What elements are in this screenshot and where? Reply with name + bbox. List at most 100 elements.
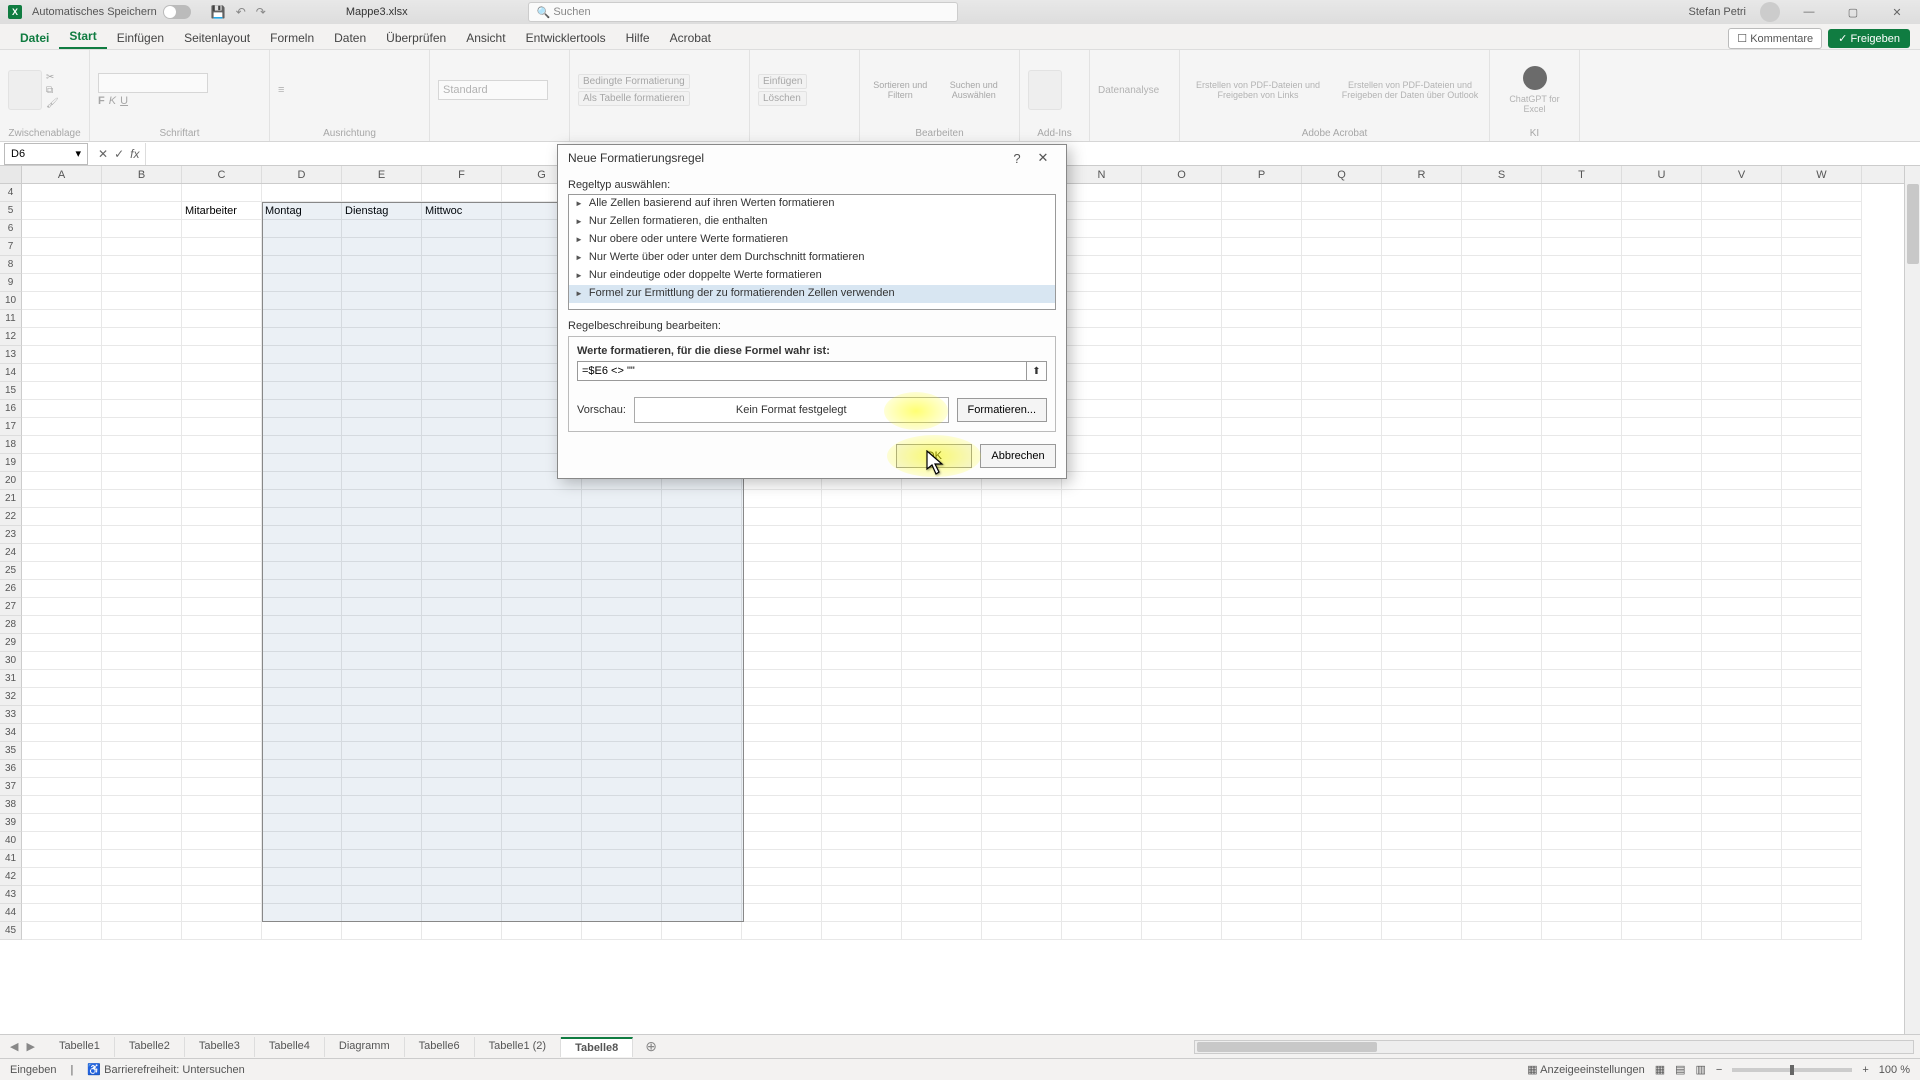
- cell[interactable]: [1302, 832, 1382, 850]
- cell[interactable]: Mitarbeiter: [182, 202, 262, 220]
- cell[interactable]: [1782, 256, 1862, 274]
- cell[interactable]: [182, 562, 262, 580]
- sheet-tab[interactable]: Tabelle1 (2): [475, 1037, 561, 1057]
- cell[interactable]: [102, 562, 182, 580]
- cell[interactable]: [1462, 328, 1542, 346]
- cell[interactable]: [1462, 454, 1542, 472]
- cell[interactable]: [822, 796, 902, 814]
- row-header[interactable]: 14: [0, 364, 22, 382]
- cell[interactable]: [902, 724, 982, 742]
- cell[interactable]: [182, 346, 262, 364]
- cell[interactable]: [1142, 634, 1222, 652]
- cell[interactable]: [1382, 562, 1462, 580]
- cell[interactable]: [1302, 922, 1382, 940]
- cell[interactable]: [822, 760, 902, 778]
- sheet-tab[interactable]: Tabelle1: [45, 1037, 115, 1057]
- cell[interactable]: [22, 580, 102, 598]
- cell[interactable]: [1782, 292, 1862, 310]
- column-header[interactable]: A: [22, 166, 102, 183]
- column-header[interactable]: C: [182, 166, 262, 183]
- select-all-corner[interactable]: [0, 166, 22, 183]
- sheet-tab[interactable]: Tabelle6: [405, 1037, 475, 1057]
- cell[interactable]: [1142, 832, 1222, 850]
- cell[interactable]: [22, 598, 102, 616]
- cell[interactable]: [1702, 400, 1782, 418]
- cell[interactable]: [1382, 670, 1462, 688]
- cell[interactable]: [1462, 598, 1542, 616]
- cell[interactable]: [182, 310, 262, 328]
- cell[interactable]: [982, 562, 1062, 580]
- cell[interactable]: [182, 904, 262, 922]
- cell[interactable]: [1142, 454, 1222, 472]
- cell[interactable]: [1142, 238, 1222, 256]
- cell[interactable]: [822, 688, 902, 706]
- cell[interactable]: [1222, 526, 1302, 544]
- cell[interactable]: [182, 184, 262, 202]
- cell[interactable]: [1142, 706, 1222, 724]
- cell[interactable]: [1702, 778, 1782, 796]
- cell[interactable]: [902, 688, 982, 706]
- cell[interactable]: [1062, 706, 1142, 724]
- cell[interactable]: [1302, 742, 1382, 760]
- cell[interactable]: [662, 922, 742, 940]
- sheet-tab[interactable]: Tabelle4: [255, 1037, 325, 1057]
- cell[interactable]: [1302, 544, 1382, 562]
- cell[interactable]: [822, 634, 902, 652]
- row-header[interactable]: 23: [0, 526, 22, 544]
- cell[interactable]: [182, 868, 262, 886]
- row-header[interactable]: 31: [0, 670, 22, 688]
- cell[interactable]: [1222, 544, 1302, 562]
- cell[interactable]: [1702, 436, 1782, 454]
- cell[interactable]: [1062, 670, 1142, 688]
- cell[interactable]: [1542, 778, 1622, 796]
- vertical-scrollbar[interactable]: [1904, 166, 1920, 1034]
- cell[interactable]: [1062, 616, 1142, 634]
- cell[interactable]: [22, 562, 102, 580]
- cell[interactable]: [1382, 742, 1462, 760]
- cell[interactable]: [1462, 832, 1542, 850]
- cell[interactable]: [1062, 364, 1142, 382]
- cell[interactable]: [902, 706, 982, 724]
- cell[interactable]: [182, 796, 262, 814]
- cell[interactable]: [1462, 256, 1542, 274]
- chatgpt-icon[interactable]: [1523, 66, 1547, 90]
- cell[interactable]: [1302, 490, 1382, 508]
- cell[interactable]: [1542, 652, 1622, 670]
- cell[interactable]: [182, 850, 262, 868]
- cell[interactable]: [1702, 742, 1782, 760]
- cell[interactable]: [1542, 868, 1622, 886]
- row-header[interactable]: 34: [0, 724, 22, 742]
- cell[interactable]: [1222, 436, 1302, 454]
- cell[interactable]: [1702, 274, 1782, 292]
- ok-button[interactable]: OK: [896, 444, 972, 468]
- cell[interactable]: [1382, 382, 1462, 400]
- cell[interactable]: [1462, 274, 1542, 292]
- cell[interactable]: [1302, 598, 1382, 616]
- row-header[interactable]: 42: [0, 868, 22, 886]
- cell[interactable]: [1782, 328, 1862, 346]
- cell[interactable]: [1142, 508, 1222, 526]
- cell[interactable]: [1142, 472, 1222, 490]
- row-header[interactable]: 22: [0, 508, 22, 526]
- cell[interactable]: [102, 616, 182, 634]
- minimize-icon[interactable]: —: [1794, 6, 1824, 18]
- cell[interactable]: [1222, 778, 1302, 796]
- cell[interactable]: [1622, 508, 1702, 526]
- cell[interactable]: [1622, 652, 1702, 670]
- cell[interactable]: [1622, 202, 1702, 220]
- cell[interactable]: [1622, 256, 1702, 274]
- cell[interactable]: [1302, 382, 1382, 400]
- cell[interactable]: [1142, 868, 1222, 886]
- cell[interactable]: [1462, 220, 1542, 238]
- cell[interactable]: [1142, 274, 1222, 292]
- cell[interactable]: [1622, 742, 1702, 760]
- cell[interactable]: [1542, 598, 1622, 616]
- cell[interactable]: [1462, 688, 1542, 706]
- cell[interactable]: [1622, 562, 1702, 580]
- sheet-tab[interactable]: Tabelle8: [561, 1037, 633, 1057]
- cell[interactable]: [1622, 580, 1702, 598]
- cell[interactable]: [902, 760, 982, 778]
- cell[interactable]: [1622, 832, 1702, 850]
- cell[interactable]: [102, 184, 182, 202]
- cell[interactable]: [1302, 238, 1382, 256]
